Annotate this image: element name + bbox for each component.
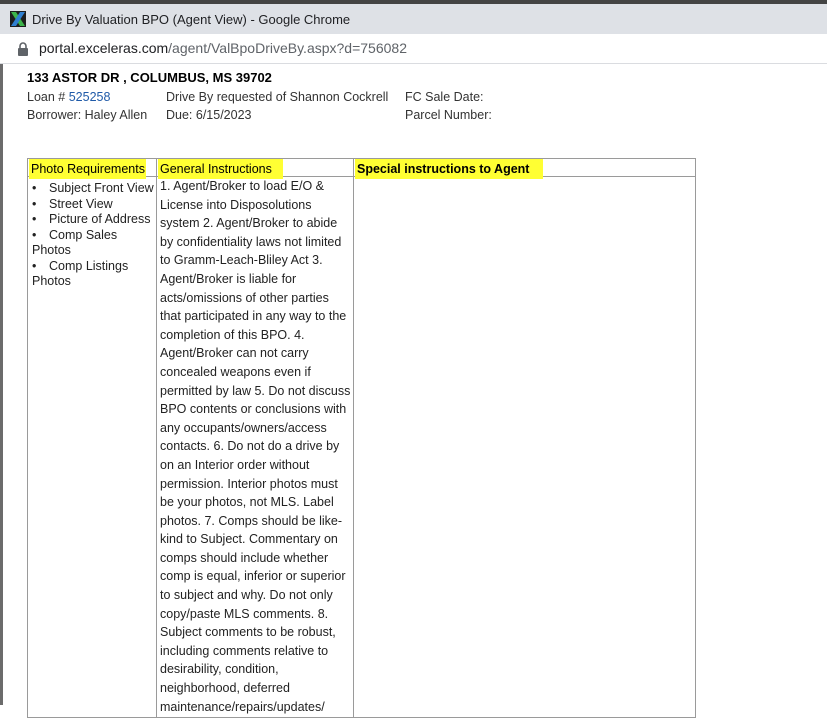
drive-by-requested: Drive By requested of Shannon Cockrell	[166, 90, 389, 104]
address-bar[interactable]: portal.exceleras.com/agent/ValBpoDriveBy…	[0, 34, 827, 64]
loan-number-link[interactable]: 525258	[69, 90, 111, 104]
borrower-info: Borrower: Haley Allen	[27, 108, 148, 122]
loan-label: Loan #	[27, 90, 66, 104]
parcel-number: Parcel Number:	[405, 108, 492, 122]
fc-sale-date: FC Sale Date:	[405, 90, 484, 104]
browser-title-bar: Drive By Valuation BPO (Agent View) - Go…	[0, 0, 827, 34]
app-logo-icon	[10, 11, 26, 27]
photo-requirements-list: • Subject Front View • Street View • Pictur…	[32, 181, 154, 290]
list-item: • Comp Sales Photos	[32, 227, 118, 258]
list-item: • Subject Front View	[32, 181, 154, 195]
list-item: • Picture of Address	[32, 212, 151, 226]
url-host: portal.exceleras.com	[39, 40, 169, 56]
special-instructions-header: Special instructions to Agent	[355, 159, 543, 179]
general-instructions-header: General Instructions	[158, 159, 283, 179]
url-text[interactable]: portal.exceleras.com/agent/ValBpoDriveBy…	[39, 40, 407, 56]
lock-icon	[18, 42, 28, 56]
general-instructions-text: 1. Agent/Broker to load E/O & License in…	[160, 179, 351, 714]
list-item: • Street View	[32, 196, 113, 211]
loan-info: Loan # 525258	[27, 90, 110, 104]
photo-requirements-header: Photo Requirements	[29, 159, 146, 179]
property-address: 133 ASTOR DR , COLUMBUS, MS 39702	[27, 70, 272, 85]
column-divider	[156, 159, 157, 717]
url-path: /agent/ValBpoDriveBy.aspx?d=756082	[168, 40, 407, 56]
window-title: Drive By Valuation BPO (Agent View) - Go…	[32, 12, 351, 27]
list-item: • Comp Listings Photos	[32, 258, 129, 289]
due-date: Due: 6/15/2023	[166, 108, 252, 122]
instructions-table: Photo Requirements General Instructions …	[27, 158, 696, 718]
column-divider	[353, 159, 354, 717]
page-content: 133 ASTOR DR , COLUMBUS, MS 39702 Loan #…	[0, 64, 827, 718]
